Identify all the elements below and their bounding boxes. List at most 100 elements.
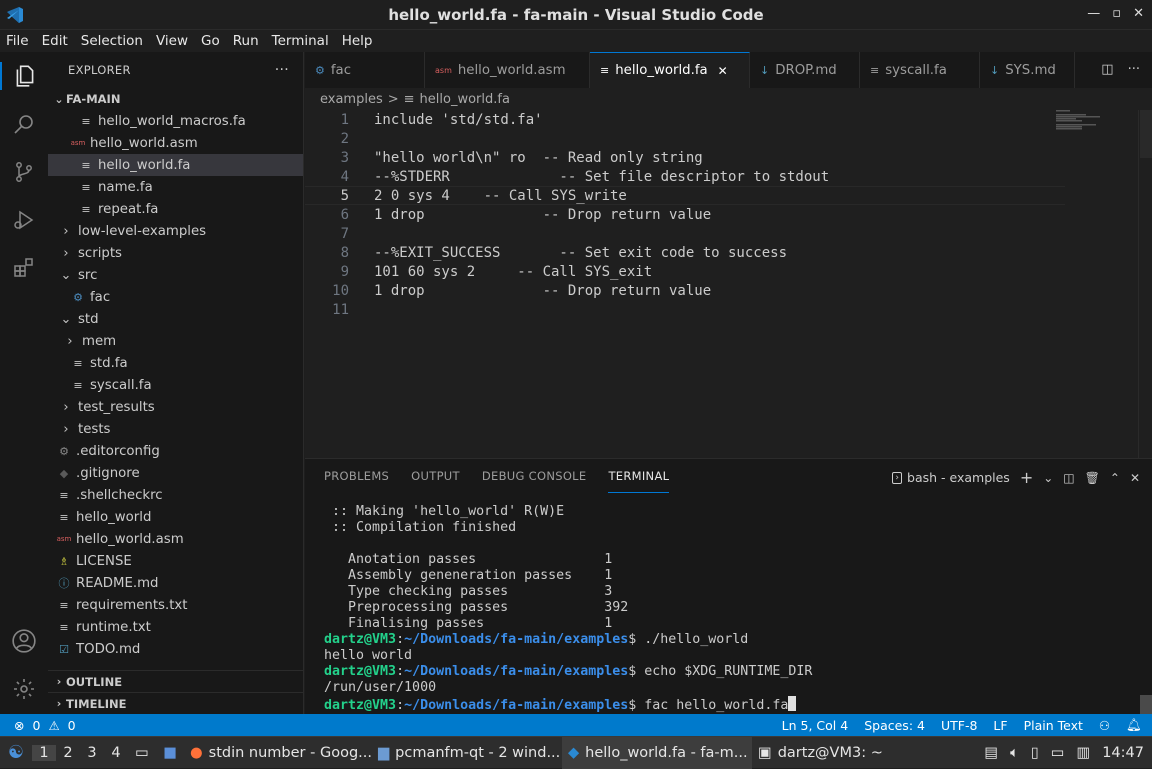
project-folder[interactable]: ⌄ FA-MAIN bbox=[48, 88, 303, 110]
tree-item[interactable]: ≡ hello_world.fa bbox=[48, 154, 303, 176]
start-menu-icon[interactable]: ☯ bbox=[0, 742, 32, 763]
volume-icon[interactable]: 🔈︎ bbox=[1010, 745, 1019, 761]
workspace-1[interactable]: 1 bbox=[32, 744, 56, 761]
tree-item[interactable]: › low-level-examples bbox=[48, 220, 303, 242]
feedback-icon[interactable]: ⚇ bbox=[1099, 718, 1110, 733]
code-line[interactable]: 8 --%EXIT_SUCCESS -- Set exit code to suc… bbox=[305, 243, 1065, 262]
tree-item[interactable]: ≡ runtime.txt bbox=[48, 616, 303, 638]
terminal-scrollbar[interactable] bbox=[1140, 695, 1152, 715]
end-of-line[interactable]: LF bbox=[993, 718, 1007, 733]
maximize-panel-icon[interactable]: ⌃ bbox=[1110, 471, 1120, 485]
accounts-icon[interactable] bbox=[10, 627, 38, 655]
tab-terminal[interactable]: TERMINAL bbox=[608, 459, 670, 493]
breadcrumb-folder[interactable]: examples bbox=[320, 92, 383, 107]
code-line[interactable]: 9 101 60 sys 2 -- Call SYS_exit bbox=[305, 262, 1065, 281]
code-line[interactable]: 11 bbox=[305, 300, 1065, 319]
tab-drop-md[interactable]: ↓ DROP.md bbox=[750, 52, 860, 88]
cursor-position[interactable]: Ln 5, Col 4 bbox=[782, 718, 849, 733]
tree-item[interactable]: ≡ std.fa bbox=[48, 352, 303, 374]
minimize-button[interactable]: — bbox=[1087, 6, 1100, 21]
tree-item[interactable]: asm hello_world.asm bbox=[48, 528, 303, 550]
tree-item[interactable]: › tests bbox=[48, 418, 303, 440]
tree-item[interactable]: › test_results bbox=[48, 396, 303, 418]
menu-file[interactable]: File bbox=[6, 33, 29, 49]
notifications-bell-icon[interactable]: 🔔︎ bbox=[1126, 717, 1142, 733]
menu-terminal[interactable]: Terminal bbox=[272, 33, 329, 49]
trash-applet-icon[interactable]: ▥ bbox=[1077, 745, 1091, 761]
editor-scrollbar[interactable] bbox=[1138, 110, 1152, 458]
workspace-4[interactable]: 4 bbox=[104, 745, 128, 761]
tree-item[interactable]: ◆ .gitignore bbox=[48, 462, 303, 484]
split-editor-icon[interactable]: ◫ bbox=[1101, 62, 1113, 77]
menu-view[interactable]: View bbox=[156, 33, 188, 49]
tree-item[interactable]: ≡ repeat.fa bbox=[48, 198, 303, 220]
task-vscode[interactable]: ◆ hello_world.fa - fa-m... bbox=[562, 736, 752, 769]
tab-syscall-fa[interactable]: ≡ syscall.fa bbox=[860, 52, 980, 88]
tree-item[interactable]: ≡ name.fa bbox=[48, 176, 303, 198]
terminal-output[interactable]: :: Making 'hello_world' R(W)E :: Compila… bbox=[324, 504, 1124, 713]
menu-go[interactable]: Go bbox=[201, 33, 220, 49]
workspace-2[interactable]: 2 bbox=[56, 745, 80, 761]
source-control-icon[interactable] bbox=[10, 158, 38, 186]
menu-run[interactable]: Run bbox=[233, 33, 259, 49]
network-icon[interactable]: ▭ bbox=[1051, 745, 1065, 761]
tree-item[interactable]: ≡ .shellcheckrc bbox=[48, 484, 303, 506]
encoding[interactable]: UTF-8 bbox=[941, 718, 977, 733]
menu-help[interactable]: Help bbox=[342, 33, 373, 49]
tree-item[interactable]: asm hello_world.asm bbox=[48, 132, 303, 154]
tree-item[interactable]: ⌄ std bbox=[48, 308, 303, 330]
language-mode[interactable]: Plain Text bbox=[1024, 718, 1083, 733]
tab-output[interactable]: OUTPUT bbox=[411, 459, 460, 493]
tree-item[interactable]: ⌄ src bbox=[48, 264, 303, 286]
package-icon[interactable]: ▤ bbox=[984, 745, 998, 761]
editor-more-actions-icon[interactable]: ··· bbox=[1128, 62, 1140, 77]
code-line[interactable]: 4 --%STDERR -- Set file descriptor to std… bbox=[305, 167, 1065, 186]
search-icon[interactable] bbox=[10, 110, 38, 138]
tree-item[interactable]: › scripts bbox=[48, 242, 303, 264]
tree-item[interactable]: ♗ LICENSE bbox=[48, 550, 303, 572]
new-terminal-icon[interactable]: + bbox=[1020, 468, 1033, 487]
close-window-button[interactable]: ✕ bbox=[1133, 6, 1144, 21]
tree-item[interactable]: ≡ hello_world bbox=[48, 506, 303, 528]
code-line[interactable]: 7 bbox=[305, 224, 1065, 243]
task-pcmanfm[interactable]: ▆ pcmanfm-qt - 2 wind... bbox=[372, 737, 562, 769]
outline-section[interactable]: › OUTLINE bbox=[48, 670, 304, 692]
code-line[interactable]: 1 include 'std/std.fa' bbox=[305, 110, 1065, 129]
file-manager-launcher-icon[interactable]: ▭ bbox=[128, 745, 156, 761]
more-actions-icon[interactable]: ··· bbox=[275, 62, 289, 78]
show-desktop-icon[interactable]: ■ bbox=[156, 745, 184, 761]
task-chrome[interactable]: ● stdin number - Goog... bbox=[184, 737, 372, 769]
tree-item[interactable]: ≡ hello_world_macros.fa bbox=[48, 110, 303, 132]
timeline-section[interactable]: › TIMELINE bbox=[48, 692, 304, 714]
tree-item[interactable]: ≡ syscall.fa bbox=[48, 374, 303, 396]
task-terminal[interactable]: ▣ dartz@VM3: ~ bbox=[752, 737, 892, 769]
menu-edit[interactable]: Edit bbox=[42, 33, 68, 49]
problems-status[interactable]: ⊗ 0 ⚠ 0 bbox=[0, 718, 76, 733]
code-editor[interactable]: 1 include 'std/std.fa' 2 3 "hello world\n" r… bbox=[305, 110, 1152, 458]
run-debug-icon[interactable] bbox=[10, 206, 38, 234]
maximize-button[interactable]: ▫ bbox=[1112, 6, 1121, 21]
trash-icon[interactable]: 🗑 bbox=[1085, 471, 1100, 485]
tab-hello-world-fa[interactable]: ≡ hello_world.fa ✕ bbox=[590, 52, 750, 88]
settings-gear-icon[interactable] bbox=[10, 675, 38, 703]
tree-item[interactable]: ⚙ .editorconfig bbox=[48, 440, 303, 462]
close-panel-icon[interactable]: ✕ bbox=[1130, 471, 1140, 485]
code-line[interactable]: 3 "hello world\n" ro -- Read only string bbox=[305, 148, 1065, 167]
tree-item[interactable]: › mem bbox=[48, 330, 303, 352]
menu-selection[interactable]: Selection bbox=[81, 33, 143, 49]
tab-debug-console[interactable]: DEBUG CONSOLE bbox=[482, 459, 587, 493]
close-tab-icon[interactable]: ✕ bbox=[718, 64, 728, 78]
breadcrumb-file[interactable]: hello_world.fa bbox=[420, 92, 510, 107]
explorer-icon[interactable] bbox=[0, 62, 48, 90]
tab-sys-md[interactable]: ↓ SYS.md bbox=[980, 52, 1075, 88]
workspace-3[interactable]: 3 bbox=[80, 745, 104, 761]
terminal-selector[interactable]: › bash - examples bbox=[892, 470, 1010, 485]
code-line[interactable]: 5 2 0 sys 4 -- Call SYS_write bbox=[305, 186, 1065, 205]
tab-problems[interactable]: PROBLEMS bbox=[324, 459, 389, 493]
extensions-icon[interactable] bbox=[10, 254, 38, 282]
tab-fac[interactable]: ⚙ fac bbox=[305, 52, 425, 88]
code-line[interactable]: 2 bbox=[305, 129, 1065, 148]
tree-item[interactable]: ≡ requirements.txt bbox=[48, 594, 303, 616]
code-line[interactable]: 10 1 drop -- Drop return value bbox=[305, 281, 1065, 300]
tree-item[interactable]: ⚙ fac bbox=[48, 286, 303, 308]
